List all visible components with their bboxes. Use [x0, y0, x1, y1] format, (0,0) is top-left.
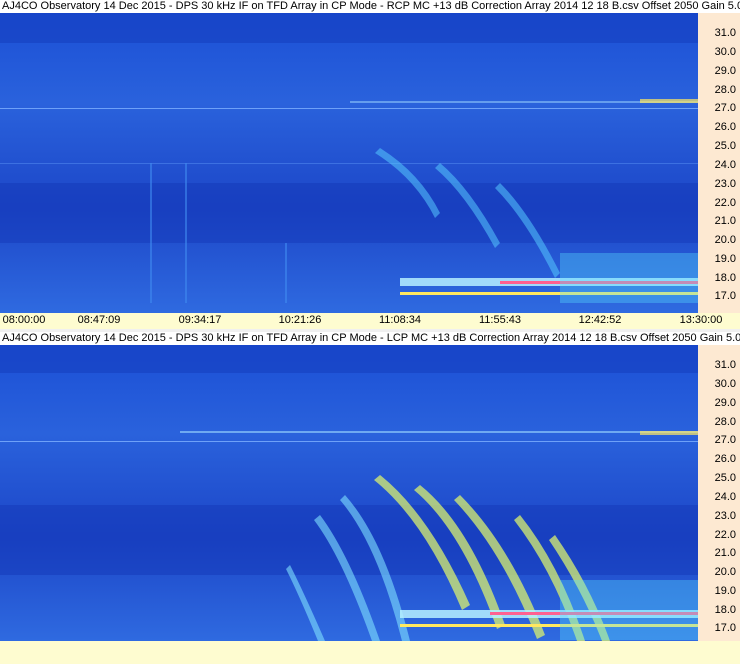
- y-tick-label: 28.0: [714, 416, 736, 428]
- y-tick-label: 29.0: [714, 65, 736, 77]
- panel-title-lcp: AJ4CO Observatory 14 Dec 2015 - DPS 30 k…: [0, 332, 740, 345]
- x-tick-label: 12:42:52: [578, 314, 622, 326]
- spectrogram-panel-rcp: AJ4CO Observatory 14 Dec 2015 - DPS 30 k…: [0, 0, 740, 330]
- y-tick-label: 17.0: [714, 622, 736, 634]
- y-tick-label: 27.0: [714, 102, 736, 114]
- y-tick-label: 25.0: [714, 472, 736, 484]
- frequency-axis-lcp: 31.0 30.0 29.0 28.0 27.0 26.0 25.0 24.0 …: [698, 345, 740, 641]
- y-tick-label: 18.0: [714, 604, 736, 616]
- y-tick-label: 19.0: [714, 585, 736, 597]
- frequency-axis-rcp: 31.0 30.0 29.0 28.0 27.0 26.0 25.0 24.0 …: [698, 13, 740, 313]
- time-axis-rcp: 08:00:00 08:47:09 09:34:17 10:21:26 11:0…: [0, 313, 740, 329]
- y-tick-label: 20.0: [714, 566, 736, 578]
- y-tick-label: 24.0: [714, 159, 736, 171]
- y-tick-label: 20.0: [714, 234, 736, 246]
- time-axis-lcp: [0, 641, 740, 664]
- spectrogram-image-rcp: [0, 13, 698, 313]
- y-tick-label: 19.0: [714, 253, 736, 265]
- y-tick-label: 17.0: [714, 290, 736, 302]
- spectrogram-panel-lcp: AJ4CO Observatory 14 Dec 2015 - DPS 30 k…: [0, 332, 740, 664]
- y-tick-label: 31.0: [714, 359, 736, 371]
- y-tick-label: 25.0: [714, 140, 736, 152]
- y-tick-label: 30.0: [714, 46, 736, 58]
- x-tick-label: 08:00:00: [2, 314, 46, 326]
- y-tick-label: 24.0: [714, 491, 736, 503]
- spectrogram-plot-rcp: [0, 13, 698, 313]
- y-tick-label: 22.0: [714, 529, 736, 541]
- x-tick-label: 11:08:34: [378, 314, 422, 326]
- x-tick-label: 08:47:09: [77, 314, 121, 326]
- y-tick-label: 23.0: [714, 178, 736, 190]
- x-tick-label: 11:55:43: [478, 314, 522, 326]
- spectrogram-image-lcp: [0, 345, 698, 641]
- panel-title-rcp: AJ4CO Observatory 14 Dec 2015 - DPS 30 k…: [0, 0, 740, 13]
- x-tick-label: 13:30:00: [679, 314, 723, 326]
- y-tick-label: 26.0: [714, 453, 736, 465]
- y-tick-label: 27.0: [714, 434, 736, 446]
- x-tick-label: 10:21:26: [278, 314, 322, 326]
- spectrogram-plot-lcp: [0, 345, 698, 641]
- y-tick-label: 23.0: [714, 510, 736, 522]
- y-tick-label: 29.0: [714, 397, 736, 409]
- y-tick-label: 18.0: [714, 272, 736, 284]
- y-tick-label: 22.0: [714, 197, 736, 209]
- y-tick-label: 31.0: [714, 27, 736, 39]
- x-tick-label: 09:34:17: [178, 314, 222, 326]
- y-tick-label: 26.0: [714, 121, 736, 133]
- y-tick-label: 30.0: [714, 378, 736, 390]
- y-tick-label: 21.0: [714, 215, 736, 227]
- y-tick-label: 28.0: [714, 84, 736, 96]
- y-tick-label: 21.0: [714, 547, 736, 559]
